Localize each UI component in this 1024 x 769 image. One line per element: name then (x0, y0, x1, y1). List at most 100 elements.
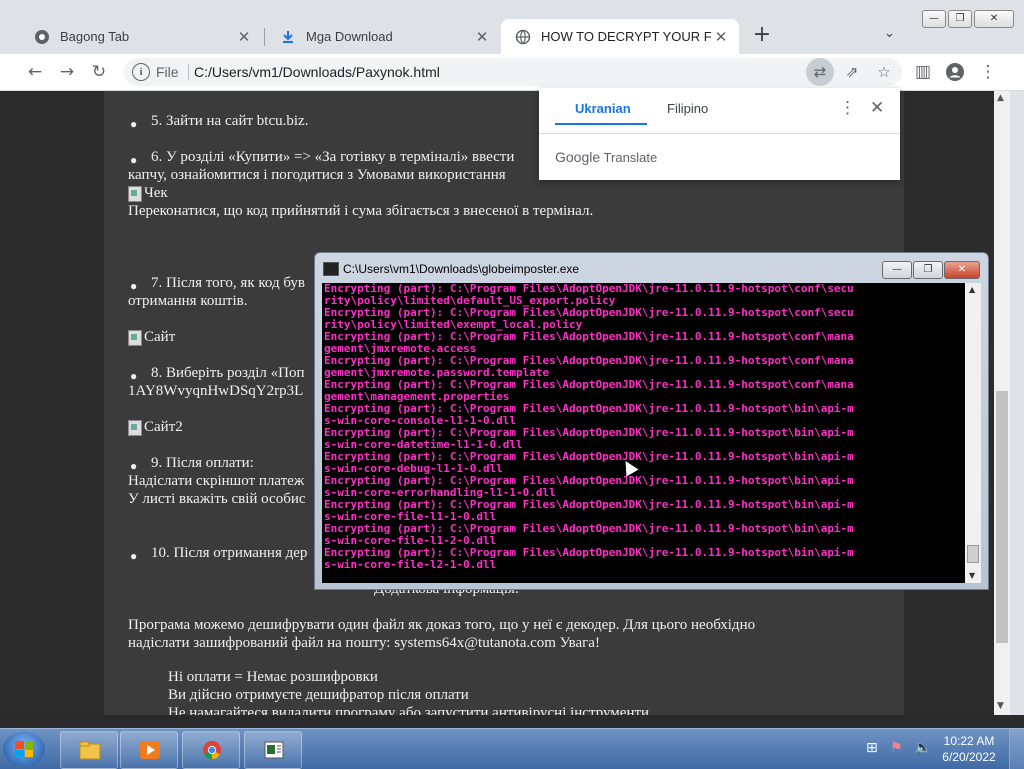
taskbar-document[interactable] (244, 731, 302, 769)
step-6-line-2: капчу, ознайомитися і погодитися з Умова… (128, 167, 506, 183)
download-icon (280, 29, 296, 45)
reload-icon[interactable]: ↻ (89, 62, 109, 82)
google-logo-text: Google (555, 149, 601, 165)
address-bar[interactable]: i File C:/Users/vm1/Downloads/Paxynok.ht… (124, 58, 902, 86)
step-5: 5. Зайти на сайт btcu.biz. (151, 113, 309, 129)
taskbar-explorer[interactable] (60, 731, 118, 769)
url-text[interactable]: C:/Users/vm1/Downloads/Paxynok.html (194, 64, 440, 80)
scroll-down-icon[interactable]: ▼ (997, 701, 1004, 711)
taskbar-chrome[interactable] (182, 731, 240, 769)
broken-image-icon (128, 329, 142, 346)
tab-downloads[interactable]: Mga Download ✕ (266, 19, 500, 54)
language-option-ukrainian[interactable]: Ukranian (575, 101, 631, 116)
bullet: ● (130, 549, 138, 563)
new-tab-button[interactable]: + (750, 24, 774, 48)
console-window[interactable]: C:\Users\vm1\Downloads\globeimposter.exe… (314, 252, 989, 590)
share-icon[interactable]: ⇗ (838, 58, 866, 86)
broken-image-site: Сайт (128, 329, 175, 346)
window-edge (1010, 91, 1024, 715)
explorer-icon (79, 741, 101, 760)
back-arrow-icon[interactable]: ← (25, 62, 45, 82)
console-line: s-win-core-file-l2-1-0.dll (324, 558, 497, 571)
step-9-line-1: 9. Після оплати: (151, 455, 254, 471)
info-icon[interactable]: i (132, 63, 150, 81)
bullet: ● (130, 459, 138, 473)
maximize-button[interactable]: ❐ (913, 261, 943, 279)
star-icon[interactable]: ☆ (870, 58, 898, 86)
step-6-line-1: 6. У розділі «Купити» => «За готівку в т… (151, 149, 515, 165)
forward-arrow-icon[interactable]: → (57, 62, 77, 82)
broken-image-site2: Сайт2 (128, 419, 183, 436)
action-center-icon[interactable]: ⚑ (890, 740, 903, 756)
console-output: Encrypting (part): C:\Program Files\Adop… (322, 283, 965, 583)
clock-date: 6/20/2022 (942, 750, 996, 764)
media-player-icon (140, 741, 160, 759)
console-window-controls: — ❐ ✕ (882, 261, 980, 279)
tab-title: HOW TO DECRYPT YOUR FILES (541, 29, 711, 44)
start-button[interactable] (3, 732, 45, 766)
side-panel-icon[interactable]: ▥ (913, 62, 933, 82)
tab-strip: Bagong Tab ✕ Mga Download ✕ HOW TO DECRY… (0, 0, 1024, 54)
close-icon[interactable]: ✕ (472, 28, 492, 46)
close-icon[interactable]: ✕ (870, 98, 884, 118)
divider (188, 64, 189, 80)
tab-decrypt-files[interactable]: HOW TO DECRYPT YOUR FILES ✕ (501, 19, 739, 54)
scrollbar-thumb[interactable] (967, 545, 979, 563)
taskbar-media-player[interactable] (120, 731, 178, 769)
network-icon[interactable]: ⊞ (866, 740, 878, 756)
console-app-icon (323, 262, 339, 276)
warning-2: Ви дійсно отримуєте дешифратор після опл… (168, 687, 469, 703)
clock-time: 10:22 AM (943, 734, 995, 748)
scrollbar-thumb[interactable] (996, 391, 1008, 643)
globe-icon (515, 29, 531, 45)
taskbar: ⊞ ⚑ 🔈 10:22 AM 6/20/2022 (0, 728, 1024, 769)
image-alt-text: Сайт (144, 329, 176, 345)
step-7-line-2: отримання коштів. (128, 293, 248, 309)
image-alt-text: Сайт2 (144, 419, 183, 435)
page-scrollbar[interactable]: ▲ ▼ (994, 91, 1010, 715)
close-icon[interactable]: ✕ (234, 28, 254, 46)
step-7-line-1: 7. Після того, як код був (151, 275, 305, 291)
step-8-line-1: 8. Виберіть розділ «Поп (151, 365, 305, 381)
scroll-up-icon[interactable]: ▲ (997, 93, 1004, 103)
chevron-down-icon[interactable]: ⌄ (884, 26, 895, 41)
tab-separator (264, 28, 265, 46)
restore-button[interactable]: ❐ (948, 10, 972, 28)
profile-icon[interactable] (945, 62, 965, 82)
show-desktop-button[interactable] (1009, 729, 1024, 769)
confirm-text: Переконатися, що код прийнятий і сума зб… (128, 203, 594, 219)
close-button[interactable]: ✕ (944, 261, 980, 279)
volume-icon[interactable]: 🔈 (914, 740, 931, 756)
selected-language-indicator (555, 123, 647, 125)
windows-logo-icon (15, 741, 33, 757)
bullet: ● (130, 369, 138, 383)
close-icon[interactable]: ✕ (711, 28, 731, 46)
console-scrollbar[interactable]: ▲ ▼ (965, 283, 981, 583)
warning-1: Ні оплати = Немає розшифровки (168, 669, 378, 685)
translate-icon[interactable]: ⇄ (806, 58, 834, 86)
bullet: ● (130, 117, 138, 131)
scroll-down-icon[interactable]: ▼ (969, 571, 975, 580)
broken-image-check: Чек (128, 185, 168, 202)
document-icon (264, 741, 284, 759)
bullet: ● (130, 279, 138, 293)
step-9-line-2: Надіслати скріншот платеж (128, 473, 305, 489)
step-9-line-3: У листі вкажіть свій особис (128, 491, 306, 507)
more-options-icon[interactable]: ⋮ (839, 98, 856, 118)
browser-toolbar: ← → ↻ i File C:/Users/vm1/Downloads/Paxy… (0, 54, 1024, 91)
tab-title: Mga Download (306, 29, 393, 44)
proof-line-2: надіслати зашифрований файл на пошту: sy… (128, 635, 600, 651)
console-title: C:\Users\vm1\Downloads\globeimposter.exe (343, 262, 580, 276)
menu-kebab-icon[interactable]: ⋮ (978, 62, 998, 82)
google-translate-brand: Google Translate (555, 149, 657, 165)
minimize-button[interactable]: — (882, 261, 912, 279)
translate-label: Translate (603, 150, 658, 165)
tab-new-tab[interactable]: Bagong Tab ✕ (20, 19, 262, 54)
chrome-icon (34, 29, 50, 45)
scroll-up-icon[interactable]: ▲ (969, 285, 975, 294)
close-window-button[interactable]: ✕ (974, 10, 1014, 28)
clock[interactable]: 10:22 AM 6/20/2022 (934, 733, 1004, 765)
minimize-button[interactable]: — (922, 10, 946, 28)
language-option-filipino[interactable]: Filipino (667, 101, 708, 116)
step-8-line-2: 1AY8WvyqnHwDSqY2rp3L (128, 383, 304, 399)
